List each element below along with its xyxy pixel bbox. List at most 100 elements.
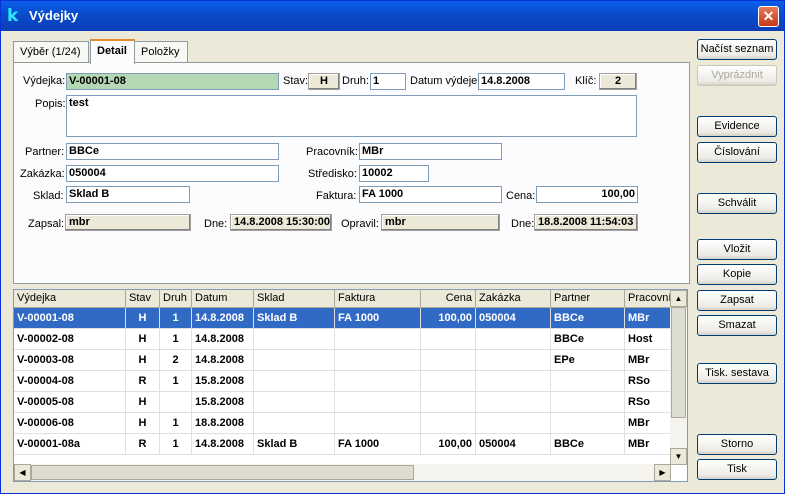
table-row[interactable]: V-00004-08 R 1 15.8.2008 RSo [14, 371, 671, 392]
cell-partner [551, 392, 625, 413]
cell-cena [421, 329, 476, 350]
scroll-left-icon[interactable]: ◀ [14, 464, 31, 481]
col-datum[interactable]: Datum [192, 290, 254, 308]
close-button[interactable]: ✕ [758, 6, 779, 27]
cell-druh: 1 [160, 329, 192, 350]
cell-sklad: Sklad B [254, 434, 335, 455]
cell-sklad [254, 392, 335, 413]
cell-faktura [335, 350, 421, 371]
cell-druh: 1 [160, 434, 192, 455]
nacist-seznam-button[interactable]: Načíst seznam [697, 39, 777, 60]
partner-label: Partner: [25, 146, 65, 158]
zakazka-field[interactable]: 050004 [66, 165, 279, 182]
vydejka-label: Výdejka: [23, 75, 66, 87]
evidence-button[interactable]: Evidence [697, 116, 777, 137]
col-pracovnik[interactable]: Pracovní [625, 290, 671, 308]
tab-polozky[interactable]: Položky [134, 41, 188, 63]
col-druh[interactable]: Druh [160, 290, 192, 308]
table-row[interactable]: V-00001-08 H 1 14.8.2008 Sklad B FA 1000 100,0… [14, 308, 671, 329]
cell-cena: 100,00 [421, 308, 476, 329]
cell-stav: R [126, 434, 160, 455]
cell-faktura [335, 413, 421, 434]
cell-faktura [335, 371, 421, 392]
cell-sklad [254, 413, 335, 434]
scroll-up-icon[interactable]: ▲ [670, 290, 687, 307]
klic-field[interactable]: 2 [599, 73, 637, 90]
pracovnik-field[interactable]: MBr [359, 143, 502, 160]
tisk-button[interactable]: Tisk [697, 459, 777, 480]
vydejky-window: k Výdejky ✕ Výběr (1/24) Detail Položky … [0, 0, 785, 494]
dne-zapsal-label: Dne: [204, 218, 228, 230]
col-partner[interactable]: Partner [551, 290, 625, 308]
faktura-field[interactable]: FA 1000 [359, 186, 502, 203]
vydejka-field[interactable]: V-00001-08 [66, 73, 279, 90]
cell-zakazka [476, 413, 551, 434]
kopie-button[interactable]: Kopie [697, 264, 777, 285]
vlozit-button[interactable]: Vložit [697, 239, 777, 260]
col-sklad[interactable]: Sklad [254, 290, 335, 308]
cena-field[interactable]: 100,00 [536, 186, 638, 203]
druh-field[interactable]: 1 [370, 73, 406, 90]
cell-vydejka: V-00001-08 [14, 308, 126, 329]
table-row[interactable]: V-00002-08 H 1 14.8.2008 BBCe Host [14, 329, 671, 350]
faktura-label: Faktura: [316, 190, 357, 202]
hscroll-thumb[interactable] [31, 465, 414, 480]
cell-stav: H [126, 308, 160, 329]
table-row[interactable]: V-00001-08a R 1 14.8.2008 Sklad B FA 1000 100,… [14, 434, 671, 455]
cell-datum: 14.8.2008 [192, 329, 254, 350]
cell-datum: 15.8.2008 [192, 392, 254, 413]
cell-sklad [254, 350, 335, 371]
dne-opravil-field: 18.8.2008 11:54:03 [534, 214, 638, 231]
cell-pracovnik: Host [625, 329, 671, 350]
popis-field[interactable]: test [66, 95, 637, 137]
horizontal-scrollbar[interactable]: ◀ ▶ [14, 464, 671, 481]
col-zakazka[interactable]: Zakázka [476, 290, 551, 308]
cislovani-button[interactable]: Číslování [697, 142, 777, 163]
scroll-thumb[interactable] [671, 307, 686, 418]
col-cena[interactable]: Cena [421, 290, 476, 308]
col-stav[interactable]: Stav [126, 290, 160, 308]
vydejky-table[interactable]: Výdejka Stav Druh Datum Sklad Faktura Ce… [13, 289, 688, 482]
smazat-button[interactable]: Smazat [697, 315, 777, 336]
vyprazdnit-button[interactable]: Vyprázdnit [697, 65, 777, 86]
cell-faktura [335, 392, 421, 413]
table-row[interactable]: V-00005-08 H 15.8.2008 RSo [14, 392, 671, 413]
opravil-label: Opravil: [341, 218, 379, 230]
col-vydejka[interactable]: Výdejka [14, 290, 126, 308]
stav-field[interactable]: H [308, 73, 340, 90]
datum-vydeje-field[interactable]: 14.8.2008 [478, 73, 565, 90]
scroll-right-icon[interactable]: ▶ [654, 464, 671, 481]
cell-cena [421, 413, 476, 434]
cell-datum: 14.8.2008 [192, 350, 254, 371]
table-row[interactable]: V-00006-08 H 1 18.8.2008 MBr [14, 413, 671, 434]
table-row[interactable]: V-00003-08 H 2 14.8.2008 EPe MBr [14, 350, 671, 371]
partner-field[interactable]: BBCe [66, 143, 279, 160]
zapsal-field: mbr [65, 214, 191, 231]
zapsat-button[interactable]: Zapsat [697, 290, 777, 311]
schvalit-button[interactable]: Schválit [697, 193, 777, 214]
cell-datum: 14.8.2008 [192, 434, 254, 455]
dne-zapsal-field: 14.8.2008 15:30:00 [230, 214, 332, 231]
popis-label: Popis: [35, 98, 66, 110]
stredisko-field[interactable]: 10002 [359, 165, 429, 182]
cell-druh: 2 [160, 350, 192, 371]
scroll-down-icon[interactable]: ▼ [670, 448, 687, 465]
storno-button[interactable]: Storno [697, 434, 777, 455]
cell-partner [551, 371, 625, 392]
cell-cena: 100,00 [421, 434, 476, 455]
col-faktura[interactable]: Faktura [335, 290, 421, 308]
cell-datum: 14.8.2008 [192, 308, 254, 329]
tab-detail[interactable]: Detail [90, 39, 135, 64]
vertical-scrollbar[interactable]: ▲ ▼ [670, 290, 687, 465]
title-bar: k Výdejky ✕ [1, 1, 784, 31]
cell-partner: BBCe [551, 434, 625, 455]
tisk-sestava-button[interactable]: Tisk. sestava [697, 363, 777, 384]
cell-partner: BBCe [551, 329, 625, 350]
sklad-label: Sklad: [33, 190, 64, 202]
cell-partner: BBCe [551, 308, 625, 329]
dne-opravil-label: Dne: [511, 218, 535, 230]
druh-label: Druh: [342, 75, 369, 87]
cell-vydejka: V-00006-08 [14, 413, 126, 434]
sklad-field[interactable]: Sklad B [66, 186, 190, 203]
tab-vyber[interactable]: Výběr (1/24) [13, 41, 89, 63]
